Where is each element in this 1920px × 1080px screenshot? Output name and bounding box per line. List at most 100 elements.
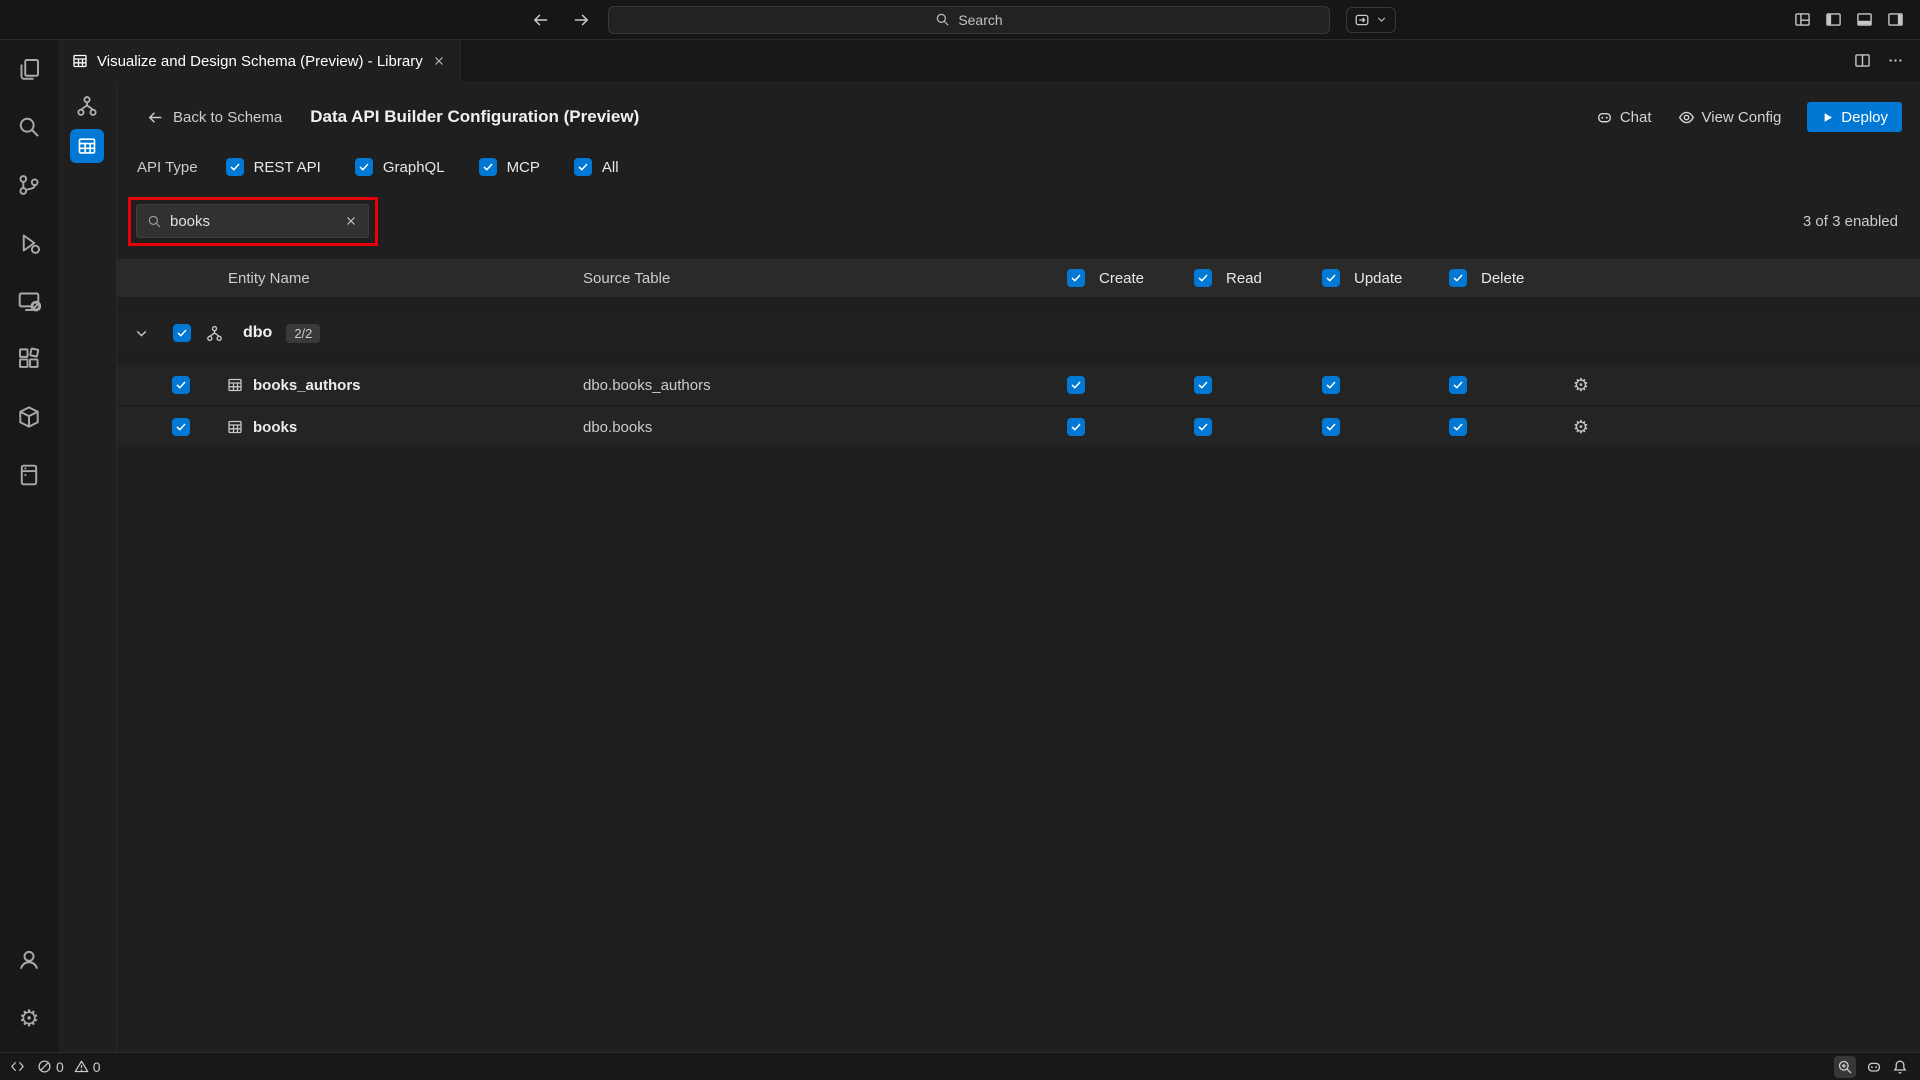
entity-name: books_authors [253,377,361,394]
clear-search-icon[interactable] [344,214,358,228]
source-table: dbo.books [583,419,1067,436]
boxed-arrow-icon [1354,12,1370,28]
create-checkbox[interactable] [1067,376,1085,394]
chevron-down-icon [1375,13,1388,26]
search-icon [935,12,950,27]
explorer-icon[interactable] [5,45,53,93]
dab-config-panel: Back to Schema Data API Builder Configur… [116,81,1920,1052]
table-icon [227,419,243,435]
remote-explorer-icon[interactable] [5,277,53,325]
back-arrow-button[interactable] [532,11,550,29]
table-row-books-authors: books_authors dbo.books_authors ⚙ [117,365,1920,407]
source-table-header: Source Table [583,270,1067,287]
toggle-panel-icon[interactable] [1856,11,1873,28]
delete-checkbox[interactable] [1449,418,1467,436]
status-bar: 0 0 [0,1052,1920,1080]
view-config-button[interactable]: View Config [1678,109,1782,126]
dab-config-view-icon[interactable] [70,129,104,163]
update-checkbox[interactable] [1322,418,1340,436]
search-icon [147,214,162,229]
settings-gear-icon[interactable]: ⚙ [5,994,53,1042]
filter-all[interactable]: All [574,158,619,176]
forward-arrow-button[interactable] [572,11,590,29]
search-placeholder: Search [958,12,1002,28]
api-type-filter-row: API Type REST API GraphQL MCP [137,151,1902,183]
tab-bar: Visualize and Design Schema (Preview) - … [58,40,1920,81]
back-to-schema-label: Back to Schema [173,109,282,126]
play-icon [1821,111,1834,124]
all-checkbox[interactable] [574,158,592,176]
create-checkbox[interactable] [1067,418,1085,436]
table-icon [227,377,243,393]
split-editor-icon[interactable] [1854,52,1871,69]
mcp-checkbox[interactable] [479,158,497,176]
update-checkbox[interactable] [1322,376,1340,394]
page-title: Data API Builder Configuration (Preview) [310,107,639,127]
schema-group-row: dbo 2/2 [117,313,1920,353]
arrow-left-icon [147,109,164,126]
toggle-sidebar-right-icon[interactable] [1887,11,1904,28]
tab-title: Visualize and Design Schema (Preview) - … [97,53,423,70]
delete-all-checkbox[interactable] [1449,269,1467,287]
api-type-label: API Type [137,159,198,176]
entity-search-row: 3 of 3 enabled [136,199,1898,243]
zoom-in-icon[interactable] [1834,1056,1856,1078]
read-checkbox[interactable] [1194,376,1212,394]
group-expand-chevron-icon[interactable] [133,325,150,342]
run-debug-icon[interactable] [5,219,53,267]
entity-search-input[interactable] [170,213,336,230]
customize-layout-icon[interactable] [1794,11,1811,28]
entity-name-header: Entity Name [117,270,583,287]
extensions-icon[interactable] [5,335,53,383]
delete-checkbox[interactable] [1449,376,1467,394]
entity-settings-gear-icon[interactable]: ⚙ [1547,417,1615,438]
read-all-checkbox[interactable] [1194,269,1212,287]
toggle-sidebar-left-icon[interactable] [1825,11,1842,28]
chat-button[interactable]: Chat [1596,109,1652,126]
create-all-checkbox[interactable] [1067,269,1085,287]
source-control-icon[interactable] [5,161,53,209]
filter-graphql[interactable]: GraphQL [355,158,445,176]
filter-rest-api[interactable]: REST API [226,158,321,176]
warning-count: 0 [93,1059,101,1075]
notifications-bell-icon[interactable] [1892,1059,1908,1075]
designer-side-strip [58,81,116,1052]
read-checkbox[interactable] [1194,418,1212,436]
entity-rows: books_authors dbo.books_authors ⚙ [117,365,1920,449]
more-actions-icon[interactable] [1887,52,1904,69]
search-view-icon[interactable] [5,103,53,151]
tab-visualize-schema[interactable]: Visualize and Design Schema (Preview) - … [58,40,461,81]
schema-icon [206,325,223,342]
entity-settings-gear-icon[interactable]: ⚙ [1547,375,1615,396]
accounts-icon[interactable] [5,936,53,984]
entity-name: books [253,419,297,436]
row-checkbox[interactable] [172,418,190,436]
group-name: dbo [243,324,272,342]
run-control-button[interactable] [1346,7,1396,33]
copilot-icon [1596,109,1613,126]
activity-bar: ⚙ [0,40,58,1052]
nav-history [0,11,608,29]
schema-designer-view-icon[interactable] [70,89,104,123]
tab-close-icon[interactable] [432,54,446,68]
remote-indicator-icon[interactable] [10,1059,25,1074]
row-checkbox[interactable] [172,376,190,394]
sql-server-icon[interactable] [5,451,53,499]
group-checkbox[interactable] [173,324,191,342]
problems-indicator[interactable]: 0 0 [37,1059,101,1075]
schema-file-icon [72,53,88,69]
filter-mcp[interactable]: MCP [479,158,540,176]
back-to-schema-link[interactable]: Back to Schema [147,109,282,126]
graphql-checkbox[interactable] [355,158,373,176]
table-row-books: books dbo.books ⚙ [117,407,1920,449]
title-bar: Search [0,0,1920,40]
database-projects-icon[interactable] [5,393,53,441]
copilot-status-icon[interactable] [1866,1059,1882,1075]
update-all-checkbox[interactable] [1322,269,1340,287]
deploy-button[interactable]: Deploy [1807,102,1902,132]
enabled-summary: 3 of 3 enabled [1803,213,1898,230]
entity-table-header: Entity Name Source Table Create Read Upd… [117,259,1920,297]
group-count-badge: 2/2 [286,324,320,343]
rest-api-checkbox[interactable] [226,158,244,176]
command-center-search[interactable]: Search [608,6,1330,34]
